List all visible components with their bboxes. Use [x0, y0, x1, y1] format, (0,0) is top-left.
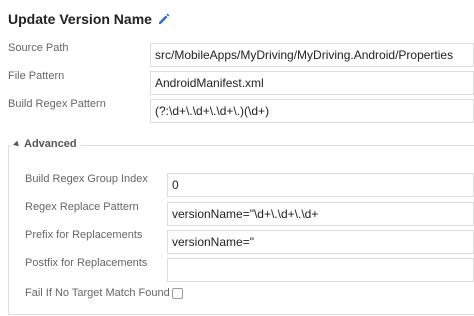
advanced-label: Advanced — [24, 138, 77, 150]
source-path-input[interactable]: src/MobileApps/MyDriving/MyDriving.Andro… — [150, 43, 474, 67]
postfix-for-replacements-label: Postfix for Replacements — [25, 257, 148, 269]
build-regex-pattern-label: Build Regex Pattern — [8, 98, 106, 110]
build-regex-pattern-input[interactable]: (?:\d+\.\d+\.\d+\.)(\d+) — [150, 99, 474, 123]
title-row: Update Version Name — [8, 8, 171, 30]
fail-if-no-target-match-checkbox[interactable] — [172, 288, 183, 299]
file-pattern-label: File Pattern — [8, 70, 65, 82]
page-title: Update Version Name — [8, 11, 152, 27]
pencil-icon[interactable] — [157, 12, 171, 26]
postfix-for-replacements-input[interactable] — [167, 258, 474, 282]
fail-if-no-target-match-label: Fail If No Target Match Found — [25, 287, 170, 299]
prefix-for-replacements-input[interactable]: versionName=" — [167, 230, 474, 254]
task-settings-panel: Update Version Name Source Path src/Mobi… — [0, 0, 474, 316]
regex-replace-pattern-label: Regex Replace Pattern — [25, 201, 139, 213]
build-regex-group-index-input[interactable]: 0 — [167, 173, 474, 197]
build-regex-group-index-label: Build Regex Group Index — [25, 173, 148, 185]
file-pattern-input[interactable]: AndroidManifest.xml — [150, 71, 474, 95]
collapse-arrow-icon — [13, 140, 21, 148]
regex-replace-pattern-input[interactable]: versionName="\d+\.\d+\.\d+ — [167, 202, 474, 226]
source-path-label: Source Path — [8, 42, 69, 54]
prefix-for-replacements-label: Prefix for Replacements — [25, 229, 143, 241]
advanced-toggle[interactable]: Advanced — [11, 137, 81, 151]
